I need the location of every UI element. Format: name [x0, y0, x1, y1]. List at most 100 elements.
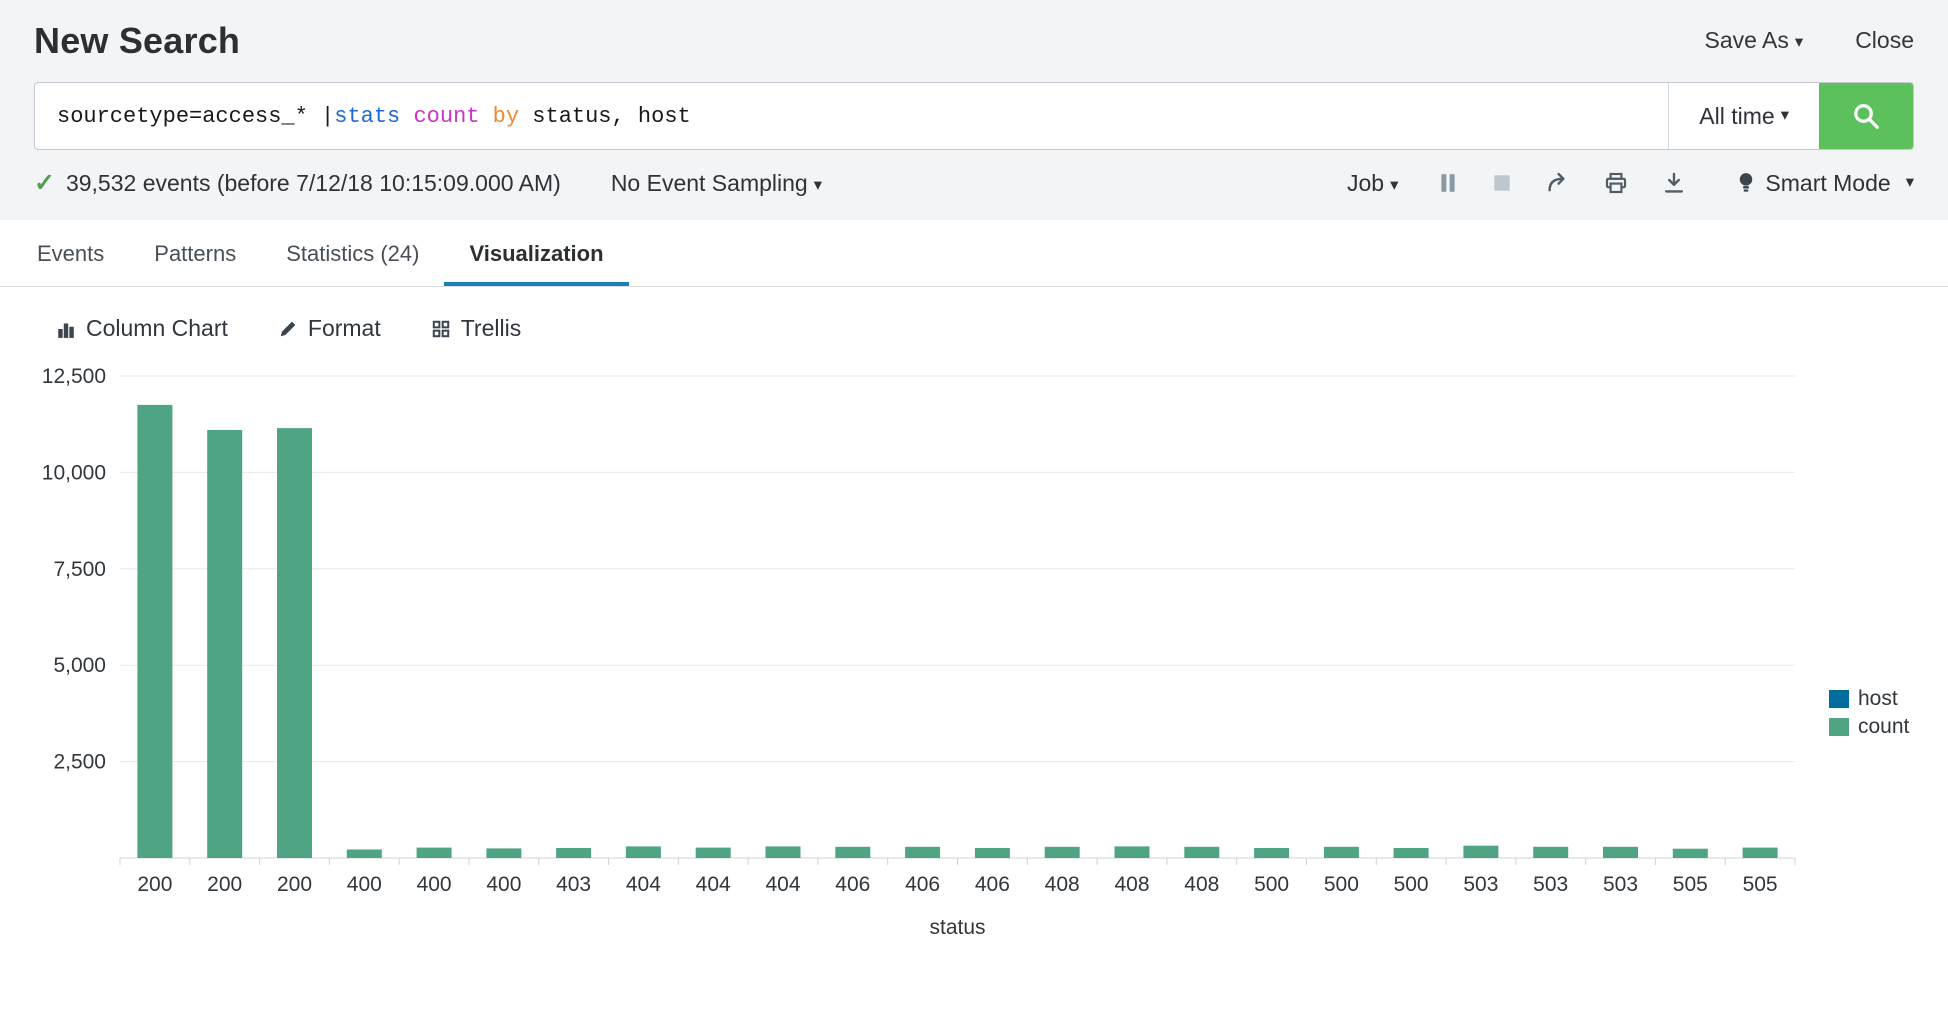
chart-legend: host count	[1829, 687, 1909, 739]
svg-text:10,000: 10,000	[42, 461, 106, 484]
search-bar: sourcetype=access_* |stats count by stat…	[34, 82, 1914, 150]
legend-swatch	[1829, 690, 1849, 708]
trellis-label: Trellis	[461, 315, 521, 342]
pause-button[interactable]	[1438, 172, 1458, 194]
tab-statistics[interactable]: Statistics (24)	[261, 220, 444, 286]
chart-type-button[interactable]: Column Chart	[56, 315, 228, 342]
svg-text:500: 500	[1324, 873, 1359, 896]
header: New Search Save As ▾ Close	[0, 0, 1948, 70]
stop-icon	[1492, 172, 1512, 194]
print-button[interactable]	[1604, 171, 1628, 195]
format-button[interactable]: Format	[278, 315, 381, 342]
top-section: New Search Save As ▾ Close sourcetype=acc…	[0, 0, 1948, 220]
caret-down-icon: ▾	[1390, 175, 1398, 195]
download-icon	[1662, 171, 1686, 195]
legend-item-count[interactable]: count	[1829, 715, 1909, 739]
svg-text:406: 406	[975, 873, 1010, 896]
format-label: Format	[308, 315, 381, 342]
tab-patterns[interactable]: Patterns	[129, 220, 261, 286]
stop-button[interactable]	[1492, 172, 1512, 194]
legend-item-host[interactable]: host	[1829, 687, 1909, 711]
svg-text:403: 403	[556, 873, 591, 896]
search-button[interactable]	[1819, 83, 1913, 149]
svg-text:408: 408	[1184, 873, 1219, 896]
export-download-button[interactable]	[1662, 171, 1686, 195]
svg-text:500: 500	[1394, 873, 1429, 896]
save-as-label: Save As	[1704, 27, 1788, 53]
search-mode-selector[interactable]: Smart Mode ▾	[1736, 170, 1914, 197]
svg-text:404: 404	[696, 873, 731, 896]
chart-section: 2,500 5,000 7,500 10,000 12,500 200 200 200 400 4…	[0, 346, 1948, 972]
time-range-label: All time	[1699, 103, 1774, 130]
svg-text:505: 505	[1673, 873, 1708, 896]
pencil-icon	[278, 319, 298, 339]
svg-text:408: 408	[1114, 873, 1149, 896]
event-sampling-label: No Event Sampling	[611, 170, 808, 196]
events-summary: 39,532 events (before 7/12/18 10:15:09.0…	[66, 170, 561, 197]
print-icon	[1604, 171, 1628, 195]
column-chart[interactable]: 2,500 5,000 7,500 10,000 12,500 200 200 200 400 4…	[20, 358, 1815, 972]
svg-text:404: 404	[626, 873, 661, 896]
tab-events[interactable]: Events	[12, 220, 129, 286]
search-row: sourcetype=access_* |stats count by stat…	[0, 70, 1948, 164]
share-icon	[1546, 171, 1570, 195]
svg-text:400: 400	[347, 873, 382, 896]
svg-text:503: 503	[1533, 873, 1568, 896]
svg-text:200: 200	[207, 873, 242, 896]
event-sampling-dropdown[interactable]: No Event Sampling ▾	[611, 170, 822, 197]
svg-text:505: 505	[1743, 873, 1778, 896]
svg-text:200: 200	[137, 873, 172, 896]
tab-visualization[interactable]: Visualization	[444, 220, 628, 286]
legend-label: count	[1858, 715, 1909, 739]
query-text: sourcetype=access_* |	[57, 104, 334, 129]
svg-text:7,500: 7,500	[53, 558, 106, 581]
results-tabs: Events Patterns Statistics (24) Visualiz…	[0, 220, 1948, 287]
search-icon	[1851, 101, 1881, 131]
close-button[interactable]: Close	[1855, 27, 1914, 54]
svg-text:406: 406	[835, 873, 870, 896]
svg-text:200: 200	[277, 873, 312, 896]
svg-text:503: 503	[1463, 873, 1498, 896]
time-range-picker[interactable]: All time ▾	[1668, 83, 1819, 149]
caret-down-icon: ▾	[1906, 172, 1914, 192]
status-right: Job ▾	[1347, 170, 1914, 197]
svg-text:12,500: 12,500	[42, 365, 106, 388]
page-title: New Search	[34, 20, 240, 62]
caret-down-icon: ▾	[1781, 105, 1789, 125]
query-keyword-count: count	[400, 104, 479, 129]
svg-text:500: 500	[1254, 873, 1289, 896]
caret-down-icon: ▾	[814, 175, 822, 195]
job-menu-button[interactable]: Job ▾	[1347, 170, 1398, 197]
column-chart-icon	[56, 319, 76, 339]
legend-swatch	[1829, 718, 1849, 736]
svg-text:408: 408	[1045, 873, 1080, 896]
svg-text:status: status	[929, 916, 985, 939]
svg-text:503: 503	[1603, 873, 1638, 896]
status-left: ✓ 39,532 events (before 7/12/18 10:15:09…	[34, 168, 822, 198]
viz-toolbar: Column Chart Format Trellis	[0, 287, 1948, 346]
svg-text:5,000: 5,000	[53, 654, 106, 677]
trellis-button[interactable]: Trellis	[431, 315, 521, 342]
trellis-grid-icon	[431, 319, 451, 339]
search-mode-label: Smart Mode	[1765, 170, 1890, 197]
status-bar: ✓ 39,532 events (before 7/12/18 10:15:09…	[0, 164, 1948, 220]
svg-text:2,500: 2,500	[53, 751, 106, 774]
pause-icon	[1438, 172, 1458, 194]
caret-down-icon: ▾	[1795, 32, 1803, 52]
query-keyword-stats: stats	[334, 104, 400, 129]
check-icon: ✓	[34, 168, 55, 198]
svg-text:404: 404	[765, 873, 800, 896]
query-text-rest: status, host	[519, 104, 691, 129]
job-label: Job	[1347, 170, 1384, 196]
search-input[interactable]: sourcetype=access_* |stats count by stat…	[35, 83, 1668, 149]
svg-text:400: 400	[417, 873, 452, 896]
share-button[interactable]	[1546, 171, 1570, 195]
legend-label: host	[1858, 687, 1898, 711]
splunk-search-page: New Search Save As ▾ Close sourcetype=acc…	[0, 0, 1948, 1036]
save-as-button[interactable]: Save As ▾	[1704, 27, 1803, 54]
header-actions: Save As ▾ Close	[1704, 27, 1914, 62]
lightbulb-icon	[1736, 171, 1756, 195]
svg-text:406: 406	[905, 873, 940, 896]
query-keyword-by: by	[479, 104, 519, 129]
svg-text:400: 400	[486, 873, 521, 896]
